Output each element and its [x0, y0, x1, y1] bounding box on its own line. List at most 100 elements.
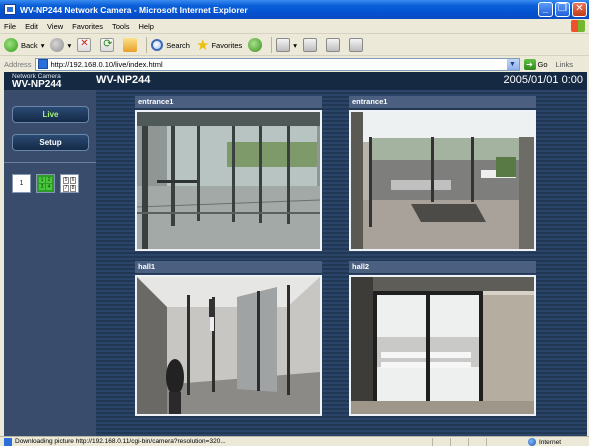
- quad-view-5-8-button[interactable]: 5 6 7 8: [60, 174, 79, 193]
- live-button[interactable]: Live: [12, 106, 89, 123]
- quad-cell: 7: [63, 185, 69, 192]
- window-title: WV-NP244 Network Camera - Microsoft Inte…: [20, 4, 248, 15]
- camera-view-4: hall2: [349, 261, 536, 416]
- back-button[interactable]: Back ▾: [4, 38, 44, 52]
- menu-view[interactable]: View: [47, 22, 63, 31]
- edit-button[interactable]: [326, 38, 343, 52]
- mail-dropdown-icon[interactable]: ▾: [293, 41, 297, 50]
- menu-favorites[interactable]: Favorites: [72, 22, 103, 31]
- messenger-icon: [349, 38, 364, 52]
- datetime-display: 2005/01/01 0:00: [503, 74, 583, 86]
- camera-view-3: hall1: [135, 261, 322, 416]
- media-button[interactable]: [248, 38, 265, 52]
- forward-dropdown-icon[interactable]: ▾: [67, 41, 71, 50]
- address-url: http://192.168.0.10/live/index.html: [50, 59, 163, 69]
- title-bar: WV-NP244 Network Camera - Microsoft Inte…: [0, 0, 589, 19]
- refresh-button[interactable]: [100, 37, 117, 52]
- quad-cell: 3: [39, 184, 45, 190]
- address-bar: Address http://192.168.0.10/live/index.h…: [0, 57, 589, 71]
- windows-logo-icon: [571, 20, 585, 32]
- menu-file[interactable]: File: [4, 22, 16, 31]
- search-icon: [151, 39, 164, 51]
- status-divider: [450, 438, 451, 446]
- camera-label: hall2: [349, 261, 536, 273]
- brand-logo: WV-NP244: [12, 79, 62, 90]
- mail-icon: [276, 38, 291, 52]
- security-zone: Internet: [527, 437, 561, 446]
- media-icon: [248, 38, 263, 52]
- menu-tools[interactable]: Tools: [112, 22, 130, 31]
- print-icon: [303, 38, 318, 52]
- status-text: Downloading picture http://192.168.0.11/…: [15, 438, 226, 445]
- setup-button[interactable]: Setup: [12, 134, 89, 151]
- status-bar: Downloading picture http://192.168.0.11/…: [0, 436, 589, 446]
- zone-label: Internet: [538, 438, 561, 446]
- menu-help[interactable]: Help: [139, 22, 154, 31]
- single-view-button[interactable]: 1: [12, 174, 31, 193]
- search-label: Search: [166, 40, 190, 50]
- toolbar-separator: [146, 37, 148, 53]
- refresh-icon: [100, 37, 115, 52]
- loading-page-icon: [4, 437, 12, 446]
- sidebar: Live Setup 1 1 2 3 4 5 6 7 8: [4, 90, 96, 436]
- close-button[interactable]: ✕: [572, 2, 587, 17]
- camera-label: hall1: [135, 261, 322, 273]
- quad-cell: 4: [46, 184, 52, 190]
- print-button[interactable]: [303, 38, 320, 52]
- maximize-button[interactable]: ❐: [555, 2, 570, 17]
- home-icon: [123, 38, 138, 52]
- camera-label: entrance1: [349, 96, 536, 108]
- camera-image[interactable]: [349, 275, 536, 416]
- camera-view-1: entrance1: [135, 96, 322, 251]
- go-button[interactable]: ➔ Go: [523, 58, 548, 70]
- page-icon: [37, 59, 48, 69]
- sidebar-divider: [4, 162, 96, 163]
- address-input[interactable]: http://192.168.0.10/live/index.html ▼: [34, 57, 520, 71]
- back-label: Back: [21, 40, 38, 50]
- internet-globe-icon: [527, 438, 536, 446]
- toolbar-separator: [271, 37, 273, 53]
- back-dropdown-icon[interactable]: ▾: [41, 41, 45, 50]
- home-button[interactable]: [123, 38, 140, 52]
- quad-view-1-4-button[interactable]: 1 2 3 4: [36, 174, 55, 193]
- mail-button[interactable]: ▾: [276, 38, 297, 52]
- quad-cell: 2: [46, 177, 52, 183]
- page-header: Network Camera WV-NP244 WV-NP244 2005/01…: [4, 72, 587, 90]
- stop-button[interactable]: [77, 38, 94, 52]
- favorites-star-icon: ★: [195, 37, 210, 54]
- layout-selector: 1 1 2 3 4 5 6 7 8: [12, 174, 79, 193]
- status-divider: [468, 438, 469, 446]
- favorites-button[interactable]: ★ Favorites: [196, 36, 242, 54]
- camera-page: Network Camera WV-NP244 WV-NP244 2005/01…: [4, 72, 587, 436]
- quad-cell: 1: [39, 177, 45, 183]
- camera-label: entrance1: [135, 96, 322, 108]
- forward-arrow-icon: [50, 38, 65, 52]
- minimize-button[interactable]: _: [538, 2, 553, 17]
- back-arrow-icon: [4, 38, 18, 52]
- status-divider: [432, 438, 433, 446]
- address-dropdown-icon[interactable]: ▼: [506, 58, 519, 70]
- forward-button[interactable]: ▾: [50, 38, 71, 52]
- quad-cell: 8: [70, 185, 76, 192]
- browser-toolbar: Back ▾ ▾ Search ★ Favorites ▾: [0, 35, 589, 56]
- single-view-label: 1: [19, 180, 24, 187]
- links-button[interactable]: Links: [556, 60, 574, 69]
- search-button[interactable]: Search: [151, 39, 190, 51]
- quad-cell: 6: [70, 177, 76, 184]
- camera-view-2: entrance1: [349, 96, 536, 251]
- camera-image[interactable]: [135, 275, 322, 416]
- window-controls: _ ❐ ✕: [538, 2, 587, 17]
- messenger-button[interactable]: [349, 38, 366, 52]
- edit-icon: [326, 38, 341, 52]
- status-divider: [486, 438, 487, 446]
- stop-icon: [77, 38, 92, 52]
- model-title: WV-NP244: [96, 74, 151, 86]
- favorites-label: Favorites: [211, 40, 243, 50]
- address-label: Address: [4, 59, 32, 69]
- menu-edit[interactable]: Edit: [25, 22, 38, 31]
- go-arrow-icon: ➔: [523, 58, 536, 70]
- quad-cell: 5: [63, 177, 69, 184]
- camera-image[interactable]: [349, 110, 536, 251]
- camera-image[interactable]: [135, 110, 322, 251]
- go-label: Go: [537, 59, 548, 69]
